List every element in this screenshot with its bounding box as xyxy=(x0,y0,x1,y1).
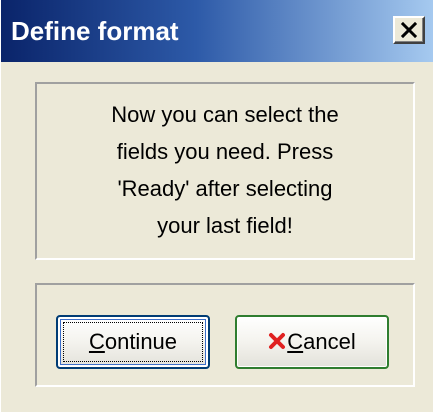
message-line-2: fields you need. Press xyxy=(116,139,334,164)
cancel-button[interactable]: Cancel xyxy=(235,315,389,369)
continue-button[interactable]: Continue xyxy=(56,315,210,369)
window-title: Define format xyxy=(11,16,179,46)
message-line-1: Now you can select the xyxy=(111,102,339,127)
button-panel: Continue Cancel xyxy=(35,283,415,387)
continue-label-rest: ontinue xyxy=(104,329,178,354)
cancel-mnemonic: C xyxy=(287,329,304,354)
cancel-label-rest: ancel xyxy=(303,329,356,354)
continue-button-label: Continue xyxy=(89,329,177,354)
message-panel: Now you can select the fields you need. … xyxy=(35,82,415,260)
message-line-4: your last field! xyxy=(157,213,293,238)
message-line-3: 'Ready' after selecting xyxy=(117,176,333,201)
cancel-button-label: Cancel xyxy=(287,329,355,354)
title-bar[interactable]: Define format xyxy=(1,0,433,62)
continue-mnemonic: C xyxy=(88,329,105,354)
close-icon xyxy=(401,22,417,38)
dialog-window: Define format Now you can select the fie… xyxy=(0,0,433,412)
close-button[interactable] xyxy=(393,16,425,44)
red-x-icon xyxy=(269,333,286,350)
